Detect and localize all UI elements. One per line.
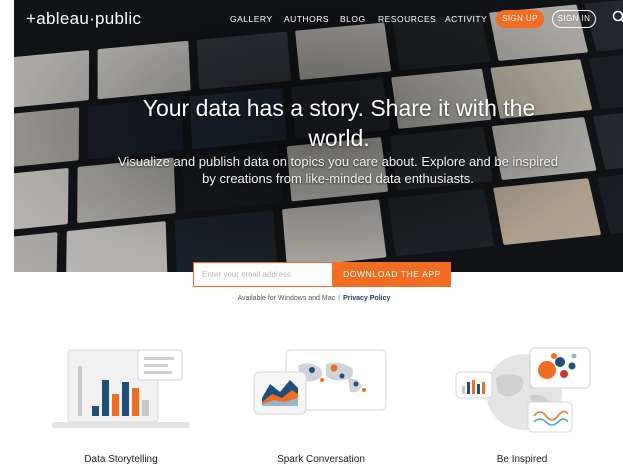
tableau-public-logo[interactable]: +ableau·public xyxy=(26,9,141,29)
separator: | xyxy=(338,295,340,302)
hero-headline: Your data has a story. Share it with the… xyxy=(142,95,536,151)
feature-title-storytelling: Data Storytelling xyxy=(84,454,158,465)
email-field[interactable] xyxy=(193,262,333,287)
globe-charts-icon xyxy=(455,347,591,433)
privacy-policy-link[interactable]: Privacy Policy xyxy=(343,295,390,302)
availability-note: Available for Windows and Mac | Privacy Po… xyxy=(150,295,478,302)
feature-title-inspired: Be Inspired xyxy=(496,454,548,465)
nav-gallery[interactable]: GALLERY xyxy=(230,14,273,24)
hero-subheadline: Visualize and publish data on topics you… xyxy=(118,154,558,186)
top-navbar: +ableau·public GALLERY AUTHORS BLOG RESO… xyxy=(0,0,623,38)
availability-text: Available for Windows and Mac xyxy=(237,295,336,302)
nav-resources[interactable]: RESOURCES xyxy=(378,14,436,24)
nav-authors[interactable]: AUTHORS xyxy=(284,14,329,24)
nav-activity[interactable]: ACTIVITY xyxy=(445,14,487,24)
bar-chart-laptop-icon xyxy=(52,349,190,428)
nav-blog[interactable]: BLOG xyxy=(340,14,366,24)
search-icon[interactable] xyxy=(612,10,623,24)
sign-in-button[interactable]: SIGN IN xyxy=(552,10,596,28)
page: Your data has a story. Share it with the… xyxy=(0,0,623,468)
sign-up-button[interactable]: SIGN UP xyxy=(496,10,544,28)
feature-title-conversation: Spark Conversation xyxy=(277,454,365,465)
hero-banner: Your data has a story. Share it with the… xyxy=(14,0,623,272)
world-map-conversation-icon xyxy=(253,349,387,415)
download-app-button[interactable]: DOWNLOAD THE APP xyxy=(333,262,451,287)
